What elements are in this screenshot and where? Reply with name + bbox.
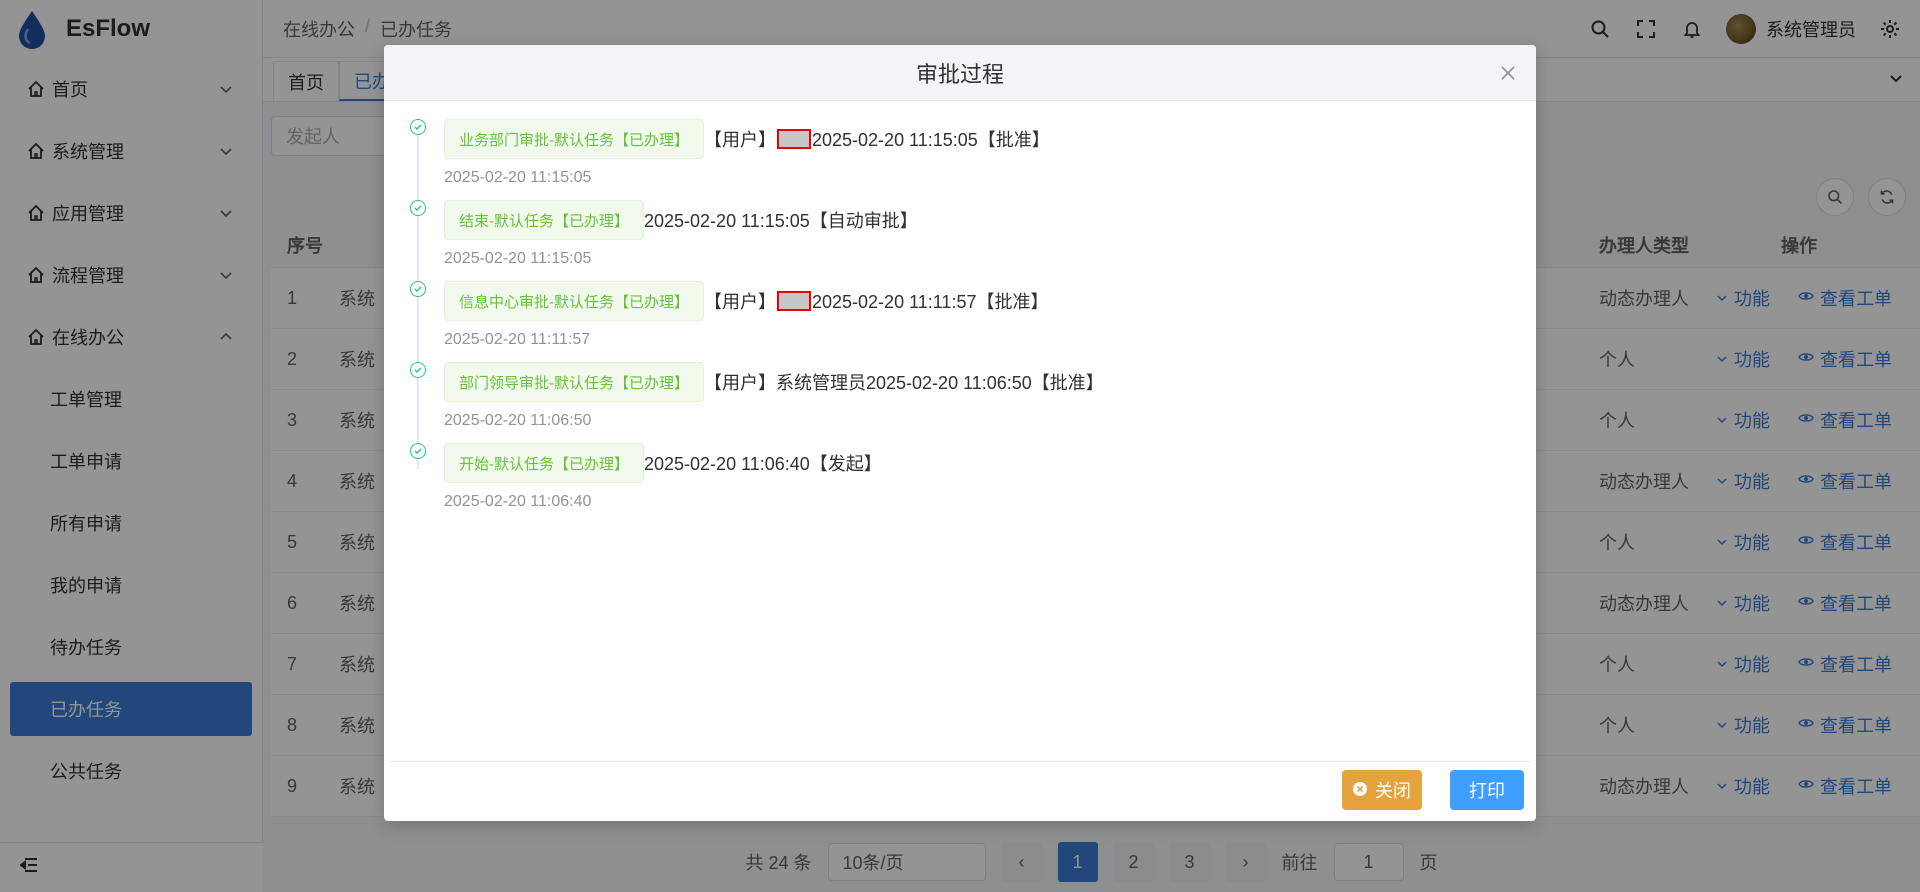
timeline-time: 2025-02-20 11:15:05	[444, 169, 592, 186]
close-button-label: 关闭	[1375, 781, 1411, 801]
timeline-time: 2025-02-20 11:06:40	[444, 493, 592, 510]
redacted-name	[777, 129, 811, 149]
task-status-tag: 业务部门审批-默认任务【已办理】	[444, 119, 704, 159]
check-circle-icon	[410, 200, 426, 216]
check-circle-icon	[410, 362, 426, 378]
approval-process-dialog: 审批过程 业务部门审批-默认任务【已办理】 【用户】 2025-02-20 11:1…	[384, 45, 1536, 821]
timeline-content: 开始-默认任务【已办理】 2025-02-20 11:06:40【发起】	[444, 443, 1516, 483]
timeline-user: 【用户】系统管理员	[704, 373, 866, 393]
timeline-item: 结束-默认任务【已办理】 2025-02-20 11:15:05【自动审批】 202…	[410, 200, 1516, 307]
approval-timeline: 业务部门审批-默认任务【已办理】 【用户】 2025-02-20 11:15:05【…	[410, 119, 1516, 534]
task-status-tag: 开始-默认任务【已办理】	[444, 443, 644, 483]
print-button[interactable]: 打印	[1450, 770, 1524, 810]
timeline-item: 业务部门审批-默认任务【已办理】 【用户】 2025-02-20 11:15:05【…	[410, 119, 1516, 226]
close-icon[interactable]	[1498, 63, 1518, 83]
timeline-content: 部门领导审批-默认任务【已办理】 【用户】系统管理员 2025-02-20 11:0…	[444, 362, 1516, 402]
timeline-user: 【用户】	[704, 130, 776, 150]
close-button[interactable]: 关闭	[1342, 770, 1422, 810]
dialog-header: 审批过程	[384, 45, 1536, 101]
timeline-content: 信息中心审批-默认任务【已办理】 【用户】 2025-02-20 11:11:57【…	[444, 281, 1516, 321]
timeline-text: 2025-02-20 11:06:40【发起】	[644, 454, 882, 474]
timeline-time: 2025-02-20 11:06:50	[444, 412, 592, 429]
timeline-item: 信息中心审批-默认任务【已办理】 【用户】 2025-02-20 11:11:57【…	[410, 281, 1516, 388]
timeline-user: 【用户】	[704, 292, 776, 312]
timeline-content: 结束-默认任务【已办理】 2025-02-20 11:15:05【自动审批】	[444, 200, 1516, 240]
task-status-tag: 部门领导审批-默认任务【已办理】	[444, 362, 704, 402]
timeline-text: 2025-02-20 11:15:05【批准】	[812, 130, 1050, 150]
timeline-text: 2025-02-20 11:11:57【批准】	[812, 292, 1049, 312]
dialog-title: 审批过程	[915, 61, 1004, 87]
timeline-text: 2025-02-20 11:15:05【自动审批】	[644, 211, 918, 231]
dialog-footer: 关闭 打印	[390, 761, 1530, 821]
timeline-item: 部门领导审批-默认任务【已办理】 【用户】系统管理员 2025-02-20 11:0…	[410, 362, 1516, 469]
task-status-tag: 结束-默认任务【已办理】	[444, 200, 644, 240]
redacted-name	[777, 291, 811, 311]
timeline-time: 2025-02-20 11:11:57	[444, 331, 591, 348]
close-circle-icon	[1353, 780, 1367, 801]
task-status-tag: 信息中心审批-默认任务【已办理】	[444, 281, 704, 321]
check-circle-icon	[410, 119, 426, 135]
timeline-time: 2025-02-20 11:15:05	[444, 250, 592, 267]
timeline-text: 2025-02-20 11:06:50【批准】	[866, 373, 1104, 393]
check-circle-icon	[410, 443, 426, 459]
timeline-item: 开始-默认任务【已办理】 2025-02-20 11:06:40【发起】 2025-…	[410, 443, 1516, 534]
check-circle-icon	[410, 281, 426, 297]
timeline-content: 业务部门审批-默认任务【已办理】 【用户】 2025-02-20 11:15:05【…	[444, 119, 1516, 159]
